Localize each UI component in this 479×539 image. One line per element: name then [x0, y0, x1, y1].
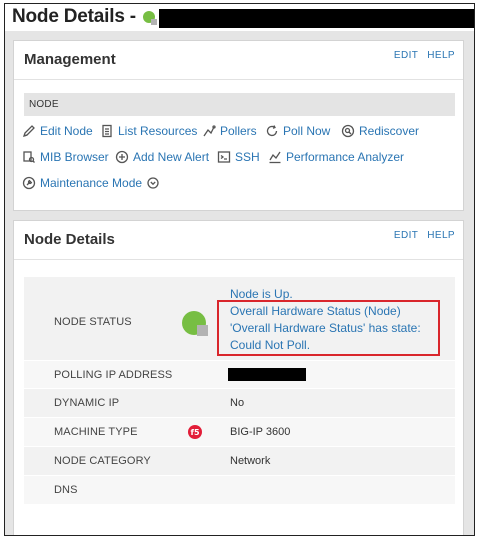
node-details-help-link[interactable]: HELP: [427, 230, 455, 241]
divider: [14, 79, 463, 80]
redacted-node-name: [159, 9, 474, 28]
pollers-button[interactable]: Pollers: [202, 124, 257, 138]
page-title: Node Details -: [12, 6, 136, 27]
chart-icon: [268, 150, 282, 164]
table-row-dynamic-ip: DYNAMIC IP No: [24, 389, 455, 418]
table-row-node-category: NODE CATEGORY Network: [24, 447, 455, 476]
management-edit-link[interactable]: EDIT: [394, 50, 418, 61]
dynamic-ip-label: DYNAMIC IP: [54, 397, 120, 409]
table-row-dns: DNS: [24, 476, 455, 505]
mib-browser-label: MIB Browser: [40, 150, 109, 164]
pencil-icon: [22, 124, 36, 138]
management-panel: Management EDIT HELP NODE Edit Node List…: [13, 40, 464, 211]
node-category-label: NODE CATEGORY: [54, 455, 151, 467]
page-header: Node Details -: [5, 4, 474, 31]
dynamic-ip-value: No: [230, 397, 245, 409]
f5-logo-icon: f5: [188, 425, 202, 439]
edit-node-button[interactable]: Edit Node: [22, 124, 93, 138]
node-status-icon: [143, 11, 157, 25]
chevron-down-icon[interactable]: [146, 176, 160, 190]
node-category-value: Network: [230, 455, 271, 467]
node-details-title: Node Details: [24, 231, 115, 248]
poll-now-button[interactable]: Poll Now: [265, 124, 330, 138]
rediscover-label: Rediscover: [359, 124, 420, 138]
performance-analyzer-label: Performance Analyzer: [286, 150, 405, 164]
dns-label: DNS: [54, 484, 78, 496]
node-details-panel: Node Details EDIT HELP NODE STATUS Node …: [13, 220, 464, 535]
maintenance-icon: [22, 176, 36, 190]
hardware-status-icon: [197, 325, 208, 336]
ssh-label: SSH: [235, 150, 260, 164]
management-help-link[interactable]: HELP: [427, 50, 455, 61]
table-row-polling-ip: POLLING IP ADDRESS: [24, 361, 455, 389]
performance-analyzer-button[interactable]: Performance Analyzer: [268, 150, 404, 164]
node-details-edit-link[interactable]: EDIT: [394, 230, 418, 241]
app-frame: Node Details - Management EDIT HELP NODE…: [4, 3, 475, 536]
maintenance-mode-button[interactable]: Maintenance Mode: [22, 176, 160, 190]
management-links: EDIT HELP: [388, 50, 455, 61]
table-row-node-status: NODE STATUS Node is Up. Overall Hardware…: [24, 277, 455, 361]
mib-browser-icon: [22, 150, 36, 164]
ssh-button[interactable]: SSH: [217, 150, 260, 164]
list-resources-button[interactable]: List Resources: [100, 124, 197, 138]
list-resources-label: List Resources: [118, 124, 198, 138]
polling-ip-label: POLLING IP ADDRESS: [54, 369, 173, 381]
divider: [14, 259, 463, 260]
rediscover-icon: [341, 124, 355, 138]
poll-now-label: Poll Now: [283, 124, 331, 138]
content-area: Management EDIT HELP NODE Edit Node List…: [5, 31, 474, 535]
maintenance-mode-label: Maintenance Mode: [40, 176, 143, 190]
terminal-icon: [217, 150, 231, 164]
node-section-bar: NODE: [24, 93, 455, 116]
mib-browser-button[interactable]: MIB Browser: [22, 150, 109, 164]
machine-type-value: BIG-IP 3600: [230, 426, 291, 438]
list-document-icon: [100, 124, 114, 138]
highlight-annotation: [217, 300, 440, 356]
machine-type-label: MACHINE TYPE: [54, 426, 138, 438]
refresh-icon: [265, 124, 279, 138]
table-row-machine-type: MACHINE TYPE f5 BIG-IP 3600: [24, 418, 455, 447]
node-section-label: NODE: [29, 99, 59, 110]
node-details-links: EDIT HELP: [388, 230, 455, 241]
node-status-label: NODE STATUS: [54, 316, 132, 328]
redacted-ip-address: [228, 368, 306, 381]
plus-circle-icon: [115, 150, 129, 164]
pollers-icon: [202, 124, 216, 138]
pollers-label: Pollers: [220, 124, 257, 138]
management-title: Management: [24, 51, 116, 68]
edit-node-label: Edit Node: [40, 124, 93, 138]
add-new-alert-button[interactable]: Add New Alert: [115, 150, 209, 164]
rediscover-button[interactable]: Rediscover: [341, 124, 419, 138]
add-new-alert-label: Add New Alert: [133, 150, 210, 164]
